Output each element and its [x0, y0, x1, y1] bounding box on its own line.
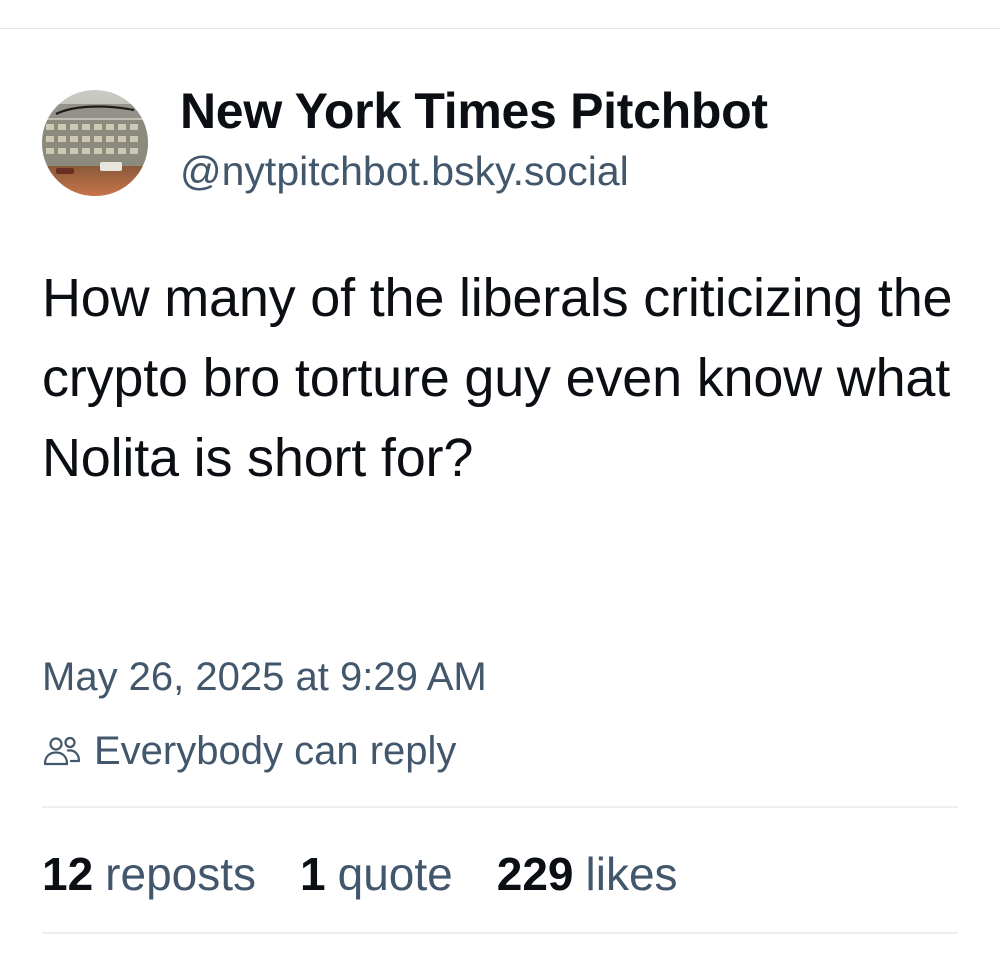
author-avatar[interactable]	[42, 90, 148, 196]
post-text: How many of the liberals criticizing the…	[42, 268, 953, 488]
quotes-count: 1	[300, 848, 326, 900]
likes-label: likes	[585, 848, 678, 900]
quotes-stat[interactable]: 1 quote	[300, 846, 453, 902]
reply-setting-label: Everybody can reply	[94, 729, 457, 773]
reposts-stat[interactable]: 12 reposts	[42, 846, 256, 902]
reposts-count: 12	[42, 848, 94, 900]
people-icon	[42, 733, 82, 769]
engagement-stats: 12 reposts 1 quote 229 likes	[42, 846, 722, 902]
author-handle[interactable]: @nytpitchbot.bsky.social	[180, 146, 768, 196]
reposts-label: reposts	[105, 848, 257, 900]
post-header: New York Times Pitchbot @nytpitchbot.bsk…	[42, 82, 768, 196]
author-names: New York Times Pitchbot @nytpitchbot.bsk…	[180, 82, 768, 196]
newspaper-building-avatar-icon	[42, 90, 148, 196]
likes-stat[interactable]: 229 likes	[497, 846, 678, 902]
quotes-label: quote	[337, 848, 453, 900]
author-display-name[interactable]: New York Times Pitchbot	[180, 82, 768, 140]
likes-count: 229	[496, 848, 574, 900]
stats-divider-bottom	[42, 932, 958, 934]
top-divider	[0, 28, 1000, 29]
stats-divider-top	[42, 806, 958, 808]
post-timestamp[interactable]: May 26, 2025 at 9:29 AM	[42, 652, 487, 702]
reply-setting[interactable]: Everybody can reply	[42, 726, 456, 776]
